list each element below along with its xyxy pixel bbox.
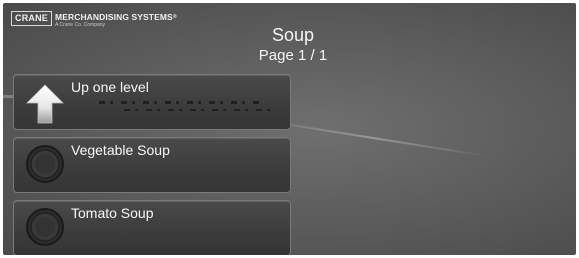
- screen-artifact: [99, 101, 259, 104]
- up-arrow-icon: [26, 84, 64, 124]
- brand-trademark: ®: [172, 14, 177, 20]
- tomato-soup-label: Tomato Soup: [71, 205, 154, 221]
- header: Soup Page 1 / 1: [203, 24, 383, 66]
- brand-tagline: A Crane Co. Company: [55, 22, 106, 28]
- soup-bowl-icon: [26, 145, 64, 183]
- menu-item-vegetable-soup[interactable]: Vegetable Soup: [13, 137, 291, 193]
- kiosk-screen: CRANE MERCHANDISING SYSTEMS® A Crane Co.…: [3, 3, 576, 255]
- up-one-level-button[interactable]: Up one level: [13, 74, 291, 130]
- page-title: Soup: [271, 25, 315, 45]
- soup-bowl-icon: [26, 208, 64, 246]
- brand-name-text: MERCHANDISING SYSTEMS: [55, 12, 173, 22]
- brand-name: MERCHANDISING SYSTEMS®: [55, 12, 177, 22]
- menu-item-tomato-soup[interactable]: Tomato Soup: [13, 200, 291, 255]
- brand-logo: CRANE MERCHANDISING SYSTEMS® A Crane Co.…: [11, 11, 177, 28]
- page-indicator: Page 1 / 1: [258, 47, 328, 64]
- brand-logo-box: CRANE: [11, 11, 53, 26]
- screen-artifact: [124, 109, 274, 111]
- vegetable-soup-label: Vegetable Soup: [71, 142, 170, 158]
- up-one-level-label: Up one level: [71, 79, 149, 95]
- brand-logo-text: MERCHANDISING SYSTEMS® A Crane Co. Compa…: [55, 11, 177, 28]
